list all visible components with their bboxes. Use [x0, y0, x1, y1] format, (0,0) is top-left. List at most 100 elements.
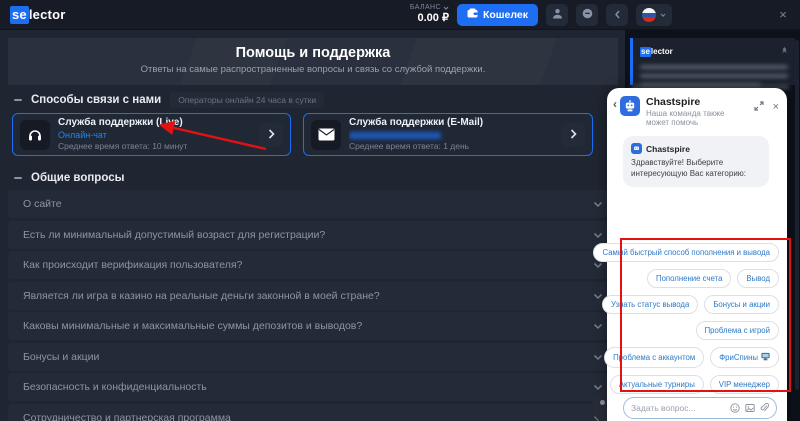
pill-label: Вывод [746, 274, 770, 283]
chevron-down-icon [593, 226, 603, 244]
chevron-down-icon [593, 195, 603, 213]
attach-button[interactable] [760, 403, 769, 413]
card-email-texts: Служба поддержки (E-Mail) Среднее время … [349, 117, 483, 151]
wallet-icon [467, 8, 478, 21]
chevron-left-icon [614, 7, 621, 22]
support-card-email[interactable]: Служба поддержки (E-Mail) Среднее время … [303, 113, 593, 156]
category-pill[interactable]: Пополнение счета [647, 269, 731, 288]
email-address-redacted[interactable] [349, 132, 441, 139]
faq-question: Каковы минимальные и максимальные суммы … [23, 320, 362, 332]
bot-message-bubble: Chastspire Здравствуйте! Выберите интере… [623, 136, 769, 187]
category-pill[interactable]: Узнать статус вывода [602, 295, 698, 314]
chevron-down-icon [443, 5, 449, 11]
image-icon [745, 403, 755, 413]
chat-titles: Chastspire Наша команда также может помо… [646, 96, 738, 127]
message-author: Chastspire [646, 144, 690, 154]
balance-label: БАЛАНС [410, 4, 441, 12]
category-pill-freespins[interactable]: ФриСпины [710, 347, 779, 368]
logo-suffix: lector [29, 7, 66, 22]
faq-row[interactable]: Является ли игра в казино на реальные де… [8, 282, 618, 310]
category-pill[interactable]: Проблема с игрой [696, 321, 779, 340]
faq-row[interactable]: Каковы минимальные и максимальные суммы … [8, 312, 618, 340]
robot-icon [633, 145, 640, 152]
chevron-down-icon [593, 317, 603, 335]
pill-label: Самый быстрый способ пополнения и вывода [602, 248, 770, 257]
chat-close-button[interactable]: × [773, 99, 779, 114]
card-email-meta: Среднее время ответа: 1 день [349, 141, 483, 152]
chat-history-item[interactable]: selector [630, 38, 795, 85]
faq-row[interactable]: Бонусы и акции [8, 343, 618, 371]
support-card-live[interactable]: Служба поддержки (Live) Онлайн-чат Средн… [12, 113, 291, 156]
pill-label: Проблема с игрой [705, 326, 770, 335]
chat-expand-button[interactable] [754, 99, 764, 114]
faq-row[interactable]: Как происходит верификация пользователя? [8, 251, 618, 279]
category-pill[interactable]: Бонусы и акции [704, 295, 779, 314]
logo-prefix: se [10, 6, 29, 24]
card-live-open-button[interactable] [259, 123, 283, 147]
chat-back-button[interactable]: ‹ [613, 96, 620, 110]
envelope-icon [311, 120, 341, 150]
collapse-icon [14, 99, 22, 101]
card-live-texts: Служба поддержки (Live) Онлайн-чат Средн… [58, 117, 187, 151]
chat-header: ‹ Chastspire Наша команда также может по… [607, 88, 787, 133]
notification-logo: selector [640, 47, 673, 56]
pill-label: ФриСпины [719, 353, 758, 362]
paperclip-icon [760, 403, 769, 413]
pill-label: Актуальные турниры [619, 380, 695, 389]
sidebar-scrollbar[interactable] [795, 40, 799, 390]
faq-section-header[interactable]: Общие вопросы [14, 172, 124, 184]
message-text: Здравствуйте! Выберите интересующую Вас … [631, 158, 761, 180]
emoji-button[interactable] [730, 403, 740, 413]
faq-question: О сайте [23, 198, 62, 210]
blurred-text-line [640, 74, 788, 78]
faq-question: Есть ли минимальный допустимый возраст д… [23, 229, 325, 241]
card-live-meta: Среднее время ответа: 10 минут [58, 141, 187, 152]
faq-question: Бонусы и акции [23, 351, 99, 363]
blurred-text-line [640, 65, 788, 69]
balance-dropdown[interactable]: БАЛАНС 0.00 ₽ [410, 4, 449, 26]
pill-label: VIP менеджер [719, 380, 770, 389]
pill-label: Узнать статус вывода [611, 300, 689, 309]
screen: selector БАЛАНС 0.00 ₽ Кошелек [0, 0, 800, 421]
chevron-down-icon [660, 12, 666, 18]
chat-bubble-icon [582, 7, 593, 22]
robot-icon [624, 100, 636, 112]
category-pill[interactable]: Проблема с аккаунтом [604, 347, 704, 368]
card-email-open-button[interactable] [561, 123, 585, 147]
wallet-button[interactable]: Кошелек [457, 4, 538, 26]
category-pill[interactable]: Актуальные турниры [610, 375, 704, 394]
messages-button[interactable] [576, 4, 598, 26]
gif-button[interactable] [745, 403, 755, 413]
contact-section-title: Способы связи с нами [31, 94, 161, 106]
question-input[interactable] [631, 403, 725, 413]
faq-row[interactable]: Есть ли минимальный допустимый возраст д… [8, 221, 618, 249]
chevron-down-icon [593, 348, 603, 366]
language-selector[interactable] [636, 4, 672, 26]
profile-button[interactable] [546, 4, 568, 26]
collapse-icon [14, 177, 22, 179]
close-overlay-button[interactable]: × [774, 6, 792, 24]
monitor-icon [761, 352, 770, 363]
contact-section-header[interactable]: Способы связи с нами Операторы онлайн 24… [14, 92, 324, 108]
category-pill[interactable]: Вывод [737, 269, 779, 288]
category-pill[interactable]: Самый быстрый способ пополнения и вывода [593, 243, 779, 262]
chat-title: Chastspire [646, 96, 738, 108]
site-logo[interactable]: selector [10, 7, 65, 22]
collapse-panel-button[interactable] [606, 4, 628, 26]
faq-question: Безопасность и конфиденциальность [23, 381, 207, 393]
faq-list: О сайте Есть ли минимальный допустимый в… [8, 190, 618, 421]
faq-row[interactable]: Сотрудничество и партнерская программа [8, 404, 618, 421]
faq-section-title: Общие вопросы [31, 172, 124, 184]
faq-question: Сотрудничество и партнерская программа [23, 412, 231, 421]
faq-row[interactable]: О сайте [8, 190, 618, 218]
online-chat-link[interactable]: Онлайн-чат [58, 130, 187, 141]
faq-question: Является ли игра в казино на реальные де… [23, 290, 380, 302]
top-bar: selector БАЛАНС 0.00 ₽ Кошелек [0, 0, 800, 30]
smiley-icon [730, 403, 740, 413]
chat-avatar [620, 96, 640, 116]
faq-row[interactable]: Безопасность и конфиденциальность [8, 373, 618, 401]
person-icon [552, 7, 563, 22]
expand-icon [754, 101, 764, 111]
card-email-title: Служба поддержки (E-Mail) [349, 117, 483, 130]
category-pill[interactable]: VIP менеджер [710, 375, 779, 394]
